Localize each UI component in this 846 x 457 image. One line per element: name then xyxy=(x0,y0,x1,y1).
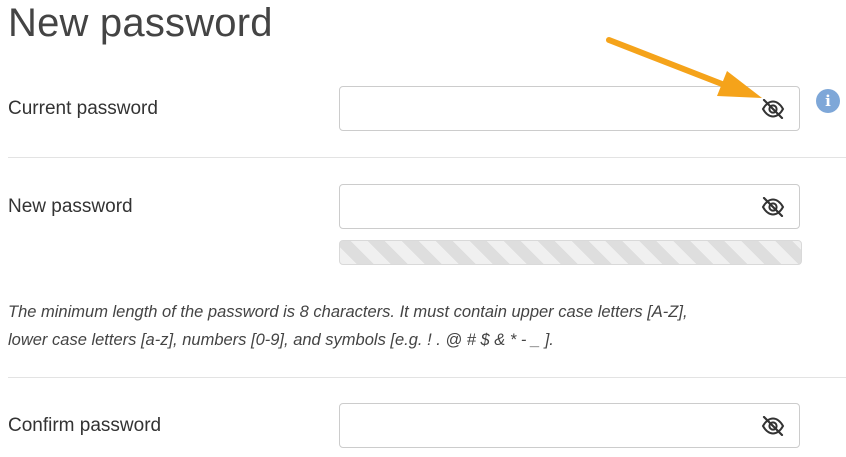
current-password-input[interactable] xyxy=(340,87,764,130)
confirm-password-input[interactable] xyxy=(340,404,764,447)
confirm-password-label: Confirm password xyxy=(8,415,162,436)
current-password-label: Current password xyxy=(8,98,158,119)
divider xyxy=(8,157,846,158)
eye-slash-icon[interactable] xyxy=(761,197,785,217)
page-title: New password xyxy=(8,1,273,45)
new-password-label: New password xyxy=(8,196,133,217)
eye-slash-icon[interactable] xyxy=(761,99,785,119)
hint-line: The minimum length of the password is 8 … xyxy=(8,303,688,321)
confirm-password-field[interactable] xyxy=(339,403,800,448)
eye-slash-icon[interactable] xyxy=(761,416,785,436)
divider xyxy=(8,377,846,378)
password-change-form: New password Current password i New pass… xyxy=(0,0,846,457)
hint-line: lower case letters [a-z], numbers [0-9],… xyxy=(8,331,554,349)
password-requirements-hint: The minimum length of the password is 8 … xyxy=(8,298,808,354)
new-password-field[interactable] xyxy=(339,184,800,229)
current-password-field[interactable] xyxy=(339,86,800,131)
new-password-input[interactable] xyxy=(340,185,764,228)
info-icon[interactable]: i xyxy=(816,89,840,113)
password-strength-bar xyxy=(339,240,802,265)
